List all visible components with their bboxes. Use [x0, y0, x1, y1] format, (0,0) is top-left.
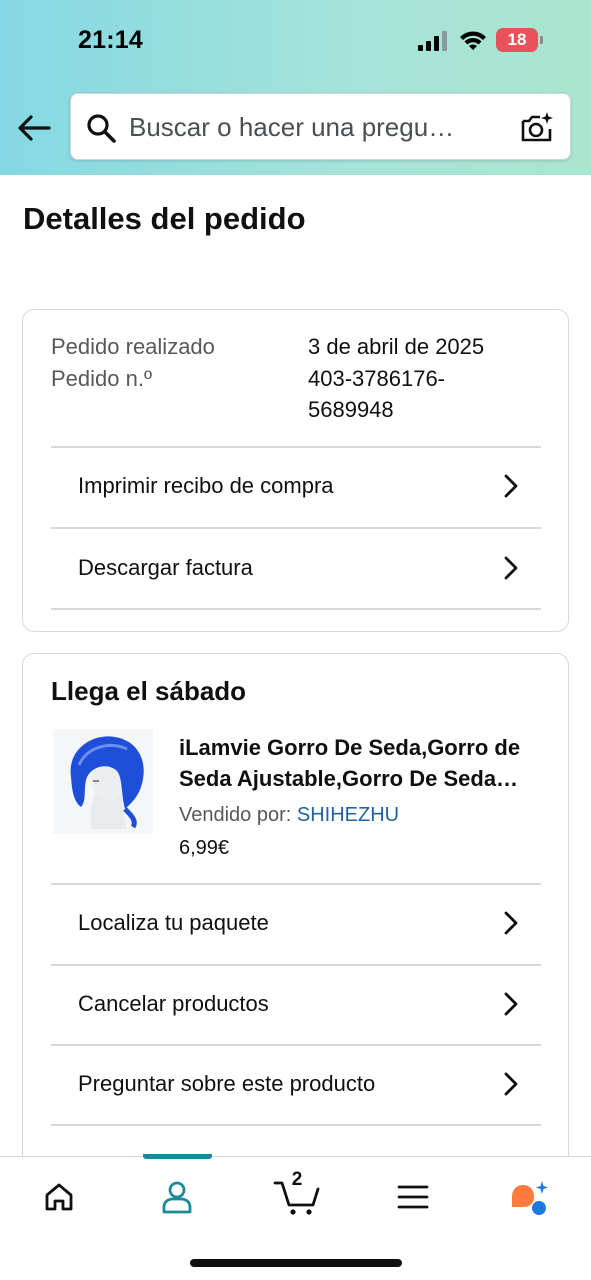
delivery-status: Llega el sábado [51, 676, 247, 706]
cart-count-badge: 2 [291, 1169, 303, 1190]
status-icons: 18 [418, 28, 543, 54]
home-icon [45, 1183, 73, 1211]
order-number-value-line1: 403-3786176- [308, 366, 446, 391]
order-info-card: Pedido realizado 3 de abril de 2025 Pedi… [22, 309, 569, 632]
shipment-card: Llega el sábado iLamvie Gorro De Seda,Go… [22, 653, 569, 1173]
nav-menu[interactable] [383, 1175, 443, 1219]
wifi-icon [460, 31, 486, 50]
track-package-label: Localiza tu paquete [78, 910, 269, 935]
signal-icon [418, 31, 447, 51]
home-indicator [190, 1259, 402, 1267]
product-price: 6,99€ [179, 837, 230, 859]
cancel-products-label: Cancelar productos [78, 991, 269, 1016]
download-invoice-row[interactable]: Descargar factura [51, 528, 541, 608]
sold-by-label: Vendido por: [179, 804, 292, 826]
search-icon [87, 114, 116, 143]
chevron-right-icon [504, 992, 518, 1016]
chevron-right-icon [504, 911, 518, 935]
chevron-right-icon [504, 1072, 518, 1096]
cancel-products-row[interactable]: Cancelar productos [51, 964, 541, 1044]
battery-icon: 18 [496, 28, 538, 52]
ask-product-row[interactable]: Preguntar sobre este producto [51, 1044, 541, 1124]
chevron-right-icon [504, 556, 518, 580]
chevron-right-icon [504, 474, 518, 498]
order-number-value-line2: 5689948 [308, 397, 394, 422]
seller-link[interactable]: SHIHEZHU [297, 804, 399, 826]
sold-by: Vendido por: SHIHEZHU [179, 804, 399, 827]
nav-cart[interactable]: 2 [267, 1169, 327, 1219]
ask-product-label: Preguntar sobre este producto [78, 1071, 376, 1096]
header: 21:14 18 [0, 0, 591, 175]
search-input[interactable] [129, 108, 509, 146]
download-invoice-label: Descargar factura [78, 555, 253, 580]
back-button[interactable] [14, 108, 54, 148]
battery-tip [540, 36, 543, 44]
nav-account[interactable] [147, 1175, 207, 1219]
nav-rufus[interactable] [499, 1175, 559, 1219]
menu-icon [397, 1185, 429, 1209]
product-image[interactable] [53, 729, 153, 834]
status-time: 21:14 [78, 26, 143, 54]
rufus-icon [512, 1181, 548, 1215]
track-package-row[interactable]: Localiza tu paquete [51, 883, 541, 963]
page-title: Detalles del pedido [23, 201, 306, 236]
divider [51, 608, 541, 610]
print-receipt-label: Imprimir recibo de compra [78, 473, 334, 498]
order-placed-label: Pedido realizado [51, 334, 215, 359]
divider [51, 1124, 541, 1126]
bottom-nav: 2 [0, 1154, 591, 1280]
product-title[interactable]: iLamvie Gorro De Seda,Gorro de Seda Ajus… [179, 732, 549, 794]
camera-icon[interactable] [519, 110, 555, 146]
active-tab-indicator [143, 1154, 212, 1159]
search-bar[interactable] [70, 93, 571, 160]
order-number-label: Pedido n.º [51, 366, 152, 391]
account-icon [162, 1181, 192, 1214]
back-arrow-icon [18, 115, 51, 141]
print-receipt-row[interactable]: Imprimir recibo de compra [51, 446, 541, 526]
order-placed-value: 3 de abril de 2025 [308, 334, 485, 359]
nav-home[interactable] [29, 1175, 89, 1219]
